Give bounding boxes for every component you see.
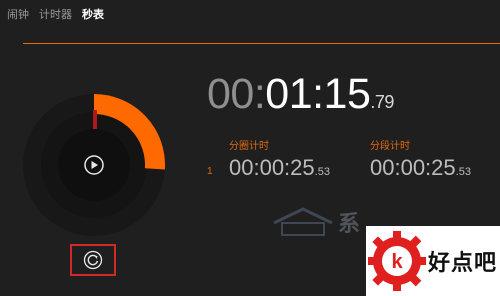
lap-time-fraction: .53 — [314, 166, 330, 178]
lap-index: 1 — [207, 166, 213, 177]
dial-svg — [23, 94, 165, 236]
stopwatch-dial — [22, 93, 166, 237]
main-time-hours: 00: — [207, 70, 266, 118]
split-time-label: 分段计时 — [370, 141, 410, 152]
accent-divider — [23, 43, 500, 44]
lap-time-label: 分圈计时 — [229, 141, 269, 152]
split-time-main: 00:00:25 — [370, 155, 456, 180]
logo-text: 好点吧 — [428, 250, 498, 275]
split-time-fraction: .53 — [455, 166, 471, 178]
main-time-min-sec: 01:15 — [265, 70, 371, 118]
split-time-value: 00:00:25.53 — [370, 157, 471, 179]
second-marker — [93, 110, 97, 129]
reset-button[interactable] — [70, 244, 116, 276]
main-time-fraction: .79 — [370, 92, 394, 112]
watermark: 系 — [272, 206, 360, 238]
lap-time-main: 00:00:25 — [229, 155, 315, 180]
reset-icon — [83, 250, 103, 270]
tab-bar: 闹钟 计时器 秒表 — [7, 6, 104, 22]
watermark-text: 系 — [338, 211, 361, 236]
site-logo: k 好点吧 — [366, 226, 500, 296]
logo-letter: k — [391, 251, 403, 273]
tab-alarm[interactable]: 闹钟 — [7, 6, 29, 22]
lap-time-value: 00:00:25.53 — [229, 157, 330, 179]
tab-stopwatch[interactable]: 秒表 — [82, 6, 104, 22]
house-logo-icon — [273, 207, 333, 236]
tab-timer[interactable]: 计时器 — [39, 6, 72, 22]
gear-logo-icon: k — [368, 231, 426, 291]
main-elapsed-time: 00:01:15.79 — [207, 73, 394, 116]
